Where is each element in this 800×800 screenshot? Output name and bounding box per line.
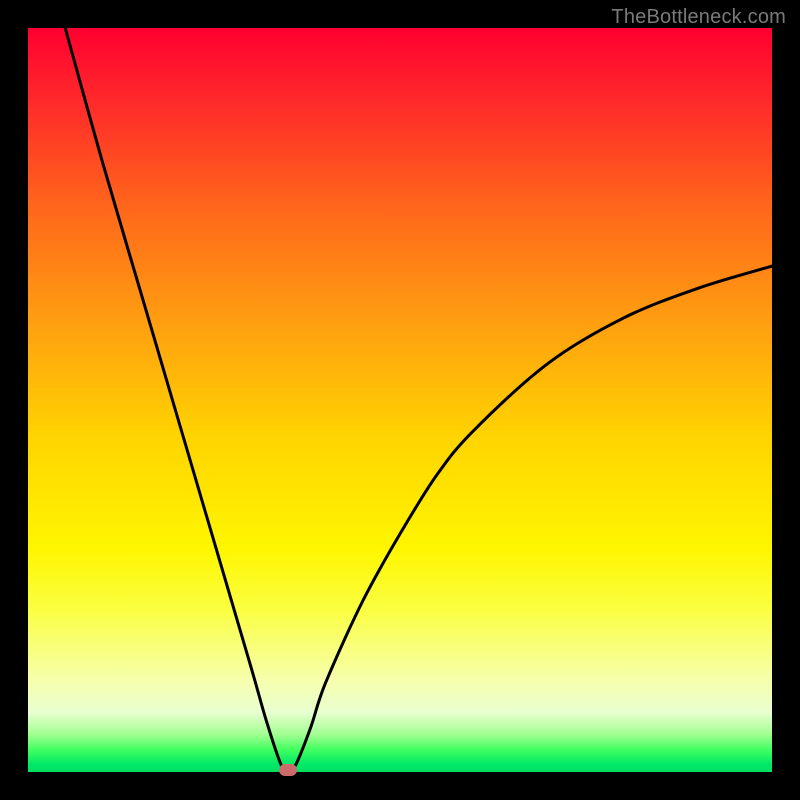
bottleneck-curve — [28, 28, 772, 772]
chart-plot-area — [28, 28, 772, 772]
optimal-point-marker — [279, 764, 297, 776]
watermark-text: TheBottleneck.com — [611, 6, 786, 29]
